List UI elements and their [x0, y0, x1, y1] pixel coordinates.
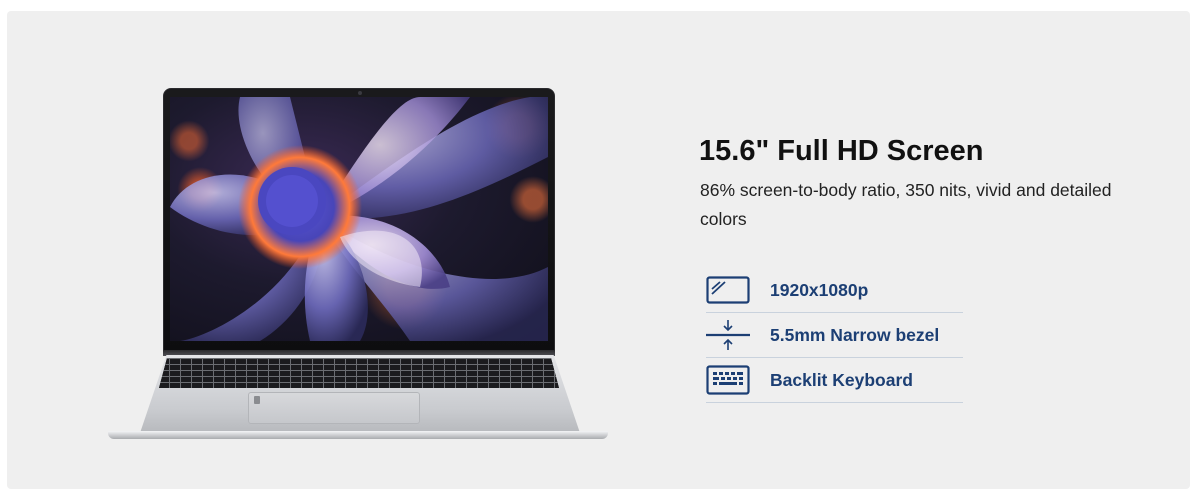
- laptop-base: [108, 431, 608, 439]
- feature-title: 15.6" Full HD Screen: [699, 135, 984, 167]
- fingerprint-sensor: [254, 396, 260, 404]
- feature-list: 1920x1080p 5.5mm Narrow bezel Backlit Ke…: [706, 268, 963, 403]
- flower-wallpaper: [170, 97, 548, 341]
- feature-description: 86% screen-to-body ratio, 350 nits, vivi…: [700, 180, 1112, 229]
- feature-item-keyboard: Backlit Keyboard: [706, 358, 963, 403]
- laptop-keyboard: [159, 358, 559, 388]
- screen-resolution-icon: [706, 273, 750, 307]
- narrow-bezel-icon: [706, 318, 750, 352]
- feature-label-bezel: 5.5mm Narrow bezel: [770, 324, 940, 345]
- feature-label-keyboard: Backlit Keyboard: [770, 369, 913, 390]
- webcam: [358, 91, 362, 95]
- feature-item-resolution: 1920x1080p: [706, 268, 963, 313]
- feature-item-bezel: 5.5mm Narrow bezel: [706, 313, 963, 358]
- laptop-touchpad: [248, 392, 420, 424]
- laptop-lid: [163, 88, 555, 352]
- laptop-screen: [170, 97, 548, 341]
- laptop-image: [108, 88, 608, 439]
- backlit-keyboard-icon: [706, 363, 750, 397]
- feature-label-resolution: 1920x1080p: [770, 279, 869, 300]
